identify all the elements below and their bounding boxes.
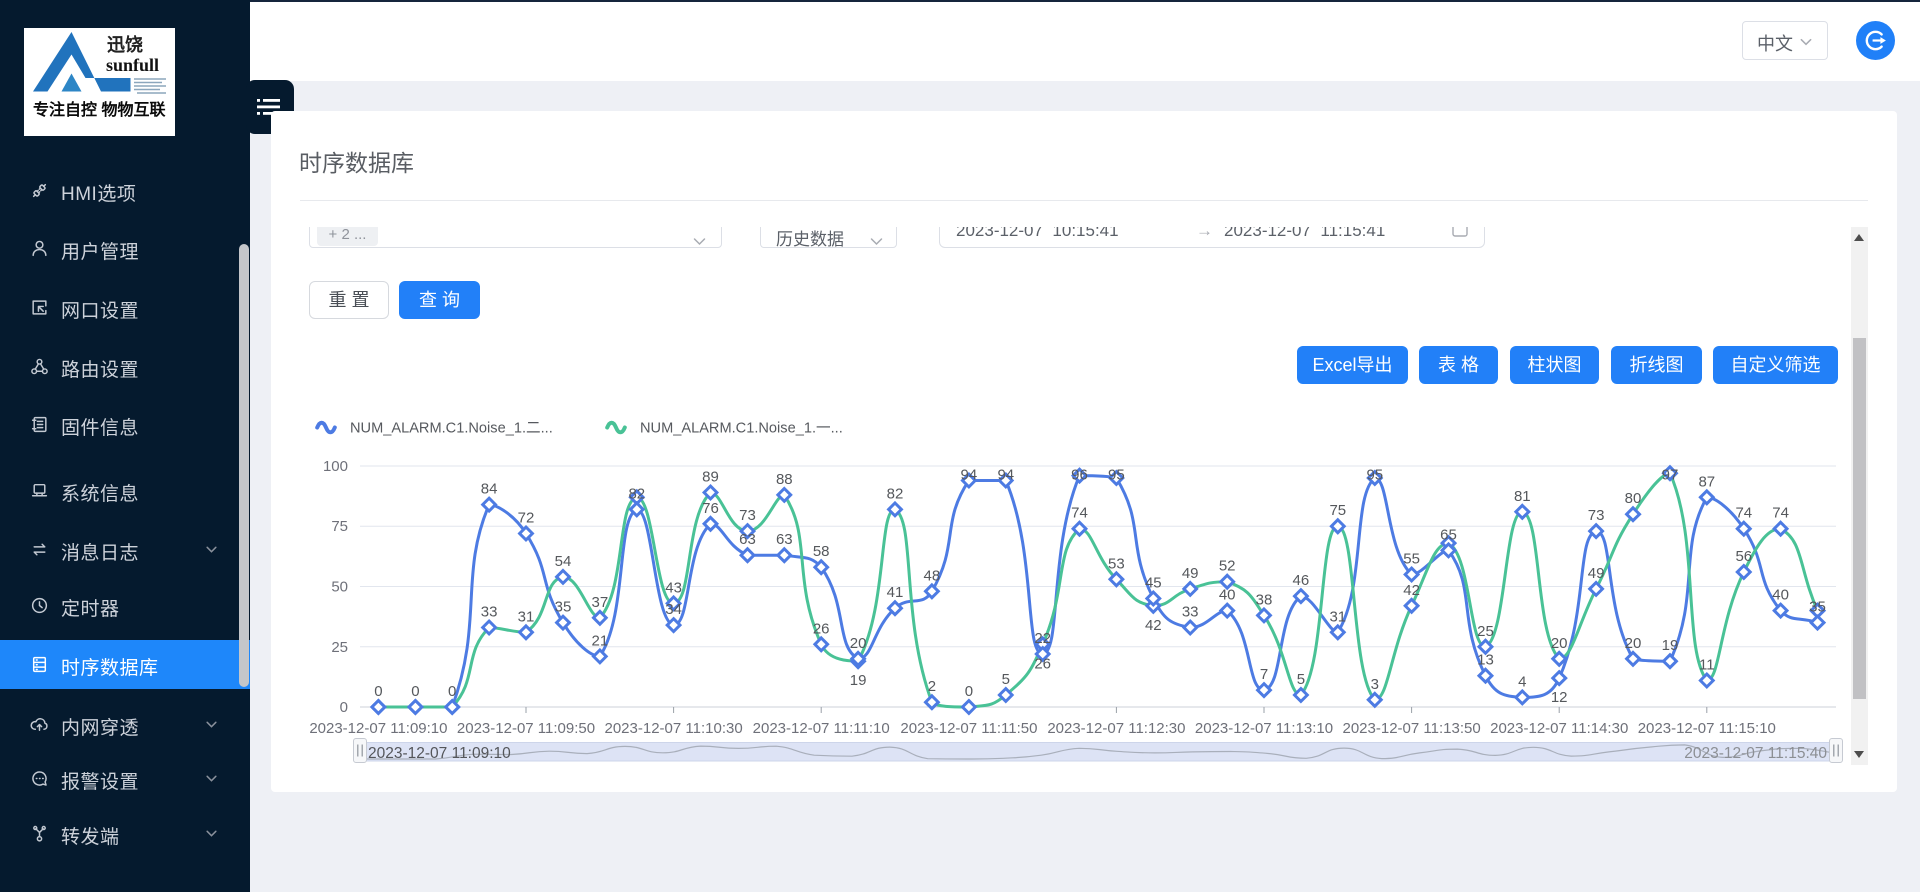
svg-text:50: 50 [331,579,348,596]
svg-text:19: 19 [1662,637,1679,654]
svg-text:专注自控 物物互联: 专注自控 物物互联 [33,100,165,119]
svg-text:45: 45 [1145,575,1162,592]
svg-text:94: 94 [997,466,1014,483]
svg-text:74: 74 [1071,505,1088,522]
svg-text:2023-12-07 11:15:40: 2023-12-07 11:15:40 [1684,745,1827,762]
svg-text:46: 46 [1293,572,1310,589]
svg-text:0: 0 [374,683,382,700]
svg-text:87: 87 [1698,473,1715,490]
svg-text:42: 42 [1403,582,1420,599]
svg-text:26: 26 [813,620,830,637]
svg-text:2023-12-07 11:09:50: 2023-12-07 11:09:50 [457,720,595,737]
svg-text:5: 5 [1297,671,1305,688]
svg-text:12: 12 [1551,689,1568,706]
svg-text:80: 80 [1625,490,1642,507]
svg-text:49: 49 [1588,565,1605,582]
svg-text:20: 20 [1625,635,1642,652]
svg-text:35: 35 [1809,599,1826,616]
svg-text:38: 38 [1256,591,1273,608]
svg-text:0: 0 [448,683,456,700]
svg-text:55: 55 [1403,551,1420,568]
svg-text:22: 22 [1034,630,1051,647]
svg-text:0: 0 [340,699,348,716]
svg-text:97: 97 [1662,466,1679,483]
svg-text:13: 13 [1477,652,1494,669]
svg-text:34: 34 [665,601,682,618]
svg-text:49: 49 [1182,565,1199,582]
svg-text:11: 11 [1699,657,1715,674]
svg-text:72: 72 [518,510,535,527]
svg-text:63: 63 [739,531,756,548]
svg-text:56: 56 [1735,548,1752,565]
svg-text:2023-12-07 11:09:10: 2023-12-07 11:09:10 [309,720,447,737]
svg-text:sunfull: sunfull [106,55,159,75]
svg-text:5: 5 [1002,671,1010,688]
svg-text:65: 65 [1440,526,1457,543]
svg-text:58: 58 [813,543,830,560]
svg-text:25: 25 [1477,623,1494,640]
svg-text:84: 84 [481,481,498,498]
svg-text:74: 74 [1735,505,1752,522]
svg-text:74: 74 [1772,505,1789,522]
svg-text:42: 42 [1145,617,1162,634]
svg-text:63: 63 [776,531,793,548]
svg-text:2023-12-07 11:11:50: 2023-12-07 11:11:50 [900,720,1037,737]
svg-text:4: 4 [1518,673,1526,690]
svg-text:96: 96 [1071,466,1088,483]
svg-text:NUM_ALARM.C1.Noise_1.一...: NUM_ALARM.C1.Noise_1.一... [640,421,843,437]
svg-text:89: 89 [702,469,719,486]
svg-text:26: 26 [1034,655,1051,672]
svg-text:81: 81 [1514,488,1531,505]
svg-text:75: 75 [331,518,348,535]
svg-text:54: 54 [555,553,572,570]
svg-text:75: 75 [1329,502,1346,519]
svg-text:25: 25 [331,639,348,656]
svg-text:31: 31 [518,608,535,625]
svg-text:19: 19 [850,672,867,689]
svg-text:33: 33 [481,604,498,621]
svg-text:52: 52 [1219,558,1236,575]
svg-text:2023-12-07 11:09:10: 2023-12-07 11:09:10 [368,745,511,762]
svg-text:35: 35 [555,599,572,616]
svg-text:2023-12-07 11:14:30: 2023-12-07 11:14:30 [1490,720,1628,737]
svg-text:2023-12-07 11:13:10: 2023-12-07 11:13:10 [1195,720,1333,737]
svg-text:2: 2 [928,678,936,695]
svg-text:88: 88 [776,471,793,488]
svg-text:82: 82 [628,485,645,502]
svg-text:73: 73 [739,507,756,524]
svg-text:100: 100 [323,458,348,475]
svg-text:21: 21 [592,632,609,649]
svg-text:40: 40 [1772,587,1789,604]
svg-text:82: 82 [887,485,904,502]
svg-text:迅饶: 迅饶 [107,34,143,55]
svg-text:37: 37 [592,594,609,611]
svg-text:31: 31 [1329,608,1346,625]
svg-text:3: 3 [1371,676,1379,693]
svg-text:33: 33 [1182,604,1199,621]
svg-text:73: 73 [1588,507,1605,524]
svg-text:76: 76 [702,500,719,517]
svg-text:95: 95 [1366,466,1383,483]
svg-text:41: 41 [887,584,904,601]
svg-text:2023-12-07 11:13:50: 2023-12-07 11:13:50 [1343,720,1481,737]
svg-text:NUM_ALARM.C1.Noise_1.二...: NUM_ALARM.C1.Noise_1.二... [350,421,553,437]
svg-text:2023-12-07 11:10:30: 2023-12-07 11:10:30 [605,720,743,737]
svg-text:2023-12-07 11:11:10: 2023-12-07 11:11:10 [753,720,890,737]
svg-text:53: 53 [1108,555,1125,572]
svg-text:7: 7 [1260,666,1268,683]
svg-text:94: 94 [961,466,978,483]
svg-text:95: 95 [1108,466,1125,483]
svg-text:48: 48 [924,567,941,584]
svg-text:0: 0 [965,683,973,700]
svg-text:20: 20 [850,635,867,652]
svg-text:40: 40 [1219,587,1236,604]
svg-text:2023-12-07 11:15:10: 2023-12-07 11:15:10 [1638,720,1776,737]
svg-text:43: 43 [665,579,682,596]
svg-text:2023-12-07 11:12:30: 2023-12-07 11:12:30 [1047,720,1185,737]
svg-text:0: 0 [411,683,419,700]
svg-text:20: 20 [1551,635,1568,652]
